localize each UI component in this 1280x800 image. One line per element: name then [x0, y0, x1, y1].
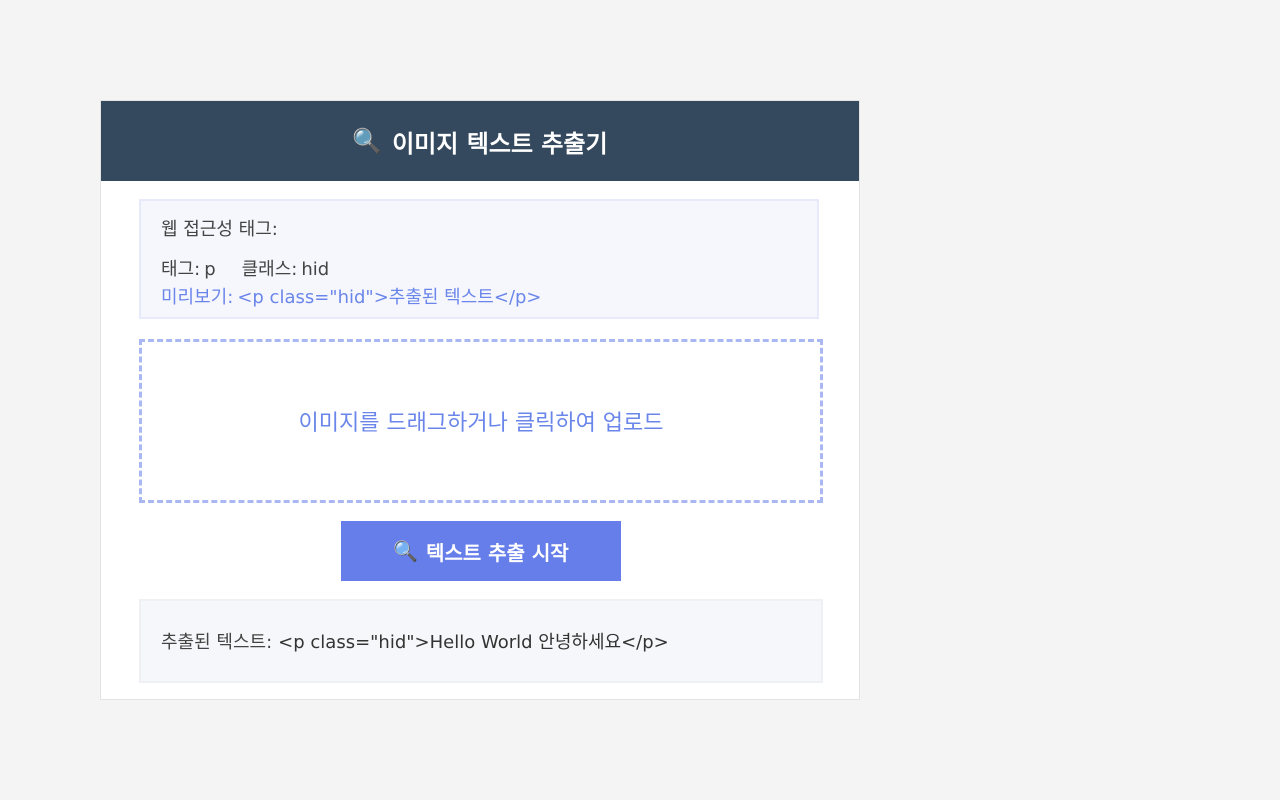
tag-info-row: 태그: p 클래스: hid	[161, 259, 797, 281]
preview-value: <p class="hid">추출된 텍스트</p>	[237, 287, 542, 308]
start-extraction-button[interactable]: 🔍 텍스트 추출 시작	[341, 521, 621, 581]
magnifier-icon: 🔍	[352, 127, 383, 155]
accessibility-tag-panel: 웹 접근성 태그: 태그: p 클래스: hid 미리보기: <p class="hi…	[139, 199, 819, 319]
extracted-text-result: 추출된 텍스트: <p class="hid">Hello World 안녕하세…	[139, 599, 823, 683]
result-label: 추출된 텍스트:	[161, 632, 273, 653]
start-extraction-label: 텍스트 추출 시작	[426, 540, 569, 565]
magnifier-icon: 🔍	[393, 539, 419, 563]
tag-label: 태그:	[161, 259, 201, 280]
dropzone-text: 이미지를 드래그하거나 클릭하여 업로드	[298, 411, 664, 436]
tag-panel-heading: 웹 접근성 태그:	[161, 219, 278, 240]
result-value: <p class="hid">Hello World 안녕하세요</p>	[278, 632, 669, 653]
class-value: hid	[301, 259, 330, 280]
tag-info: 태그: p	[161, 259, 216, 281]
tag-value: p	[204, 259, 216, 280]
preview-row: 미리보기: <p class="hid">추출된 텍스트</p>	[161, 287, 797, 309]
class-info: 클래스: hid	[242, 259, 330, 281]
image-upload-dropzone[interactable]: 이미지를 드래그하거나 클릭하여 업로드	[139, 339, 823, 503]
extractor-card: 🔍 이미지 텍스트 추출기 웹 접근성 태그: 태그: p 클래스: hid 미리보…	[100, 100, 860, 700]
app-title: 이미지 텍스트 추출기	[392, 129, 608, 158]
app-header: 🔍 이미지 텍스트 추출기	[101, 101, 859, 181]
class-label: 클래스:	[241, 259, 298, 280]
preview-label: 미리보기:	[161, 287, 234, 308]
